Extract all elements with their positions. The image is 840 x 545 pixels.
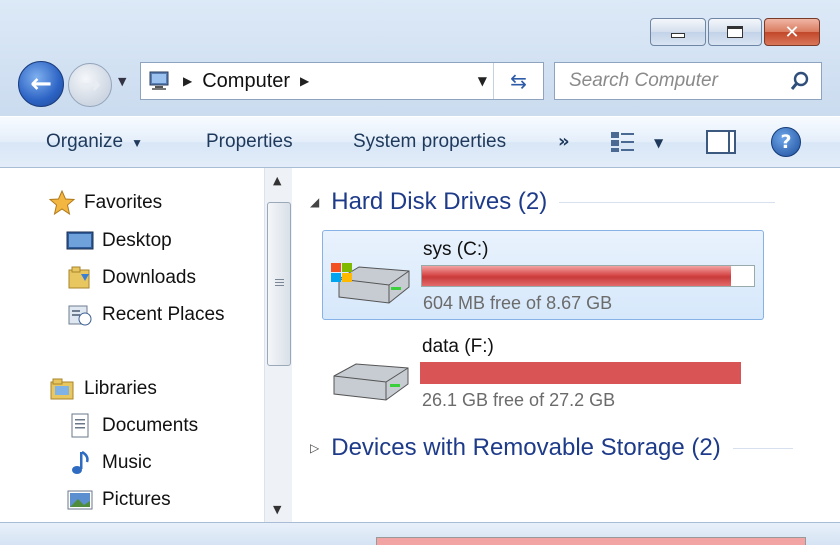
group-title: Devices with Removable Storage (2): [331, 434, 721, 461]
computer-icon: [149, 71, 169, 90]
system-properties-button[interactable]: System properties: [353, 131, 506, 153]
close-icon: ✕: [784, 21, 800, 43]
forward-arrow-icon: →: [79, 70, 101, 100]
forward-button[interactable]: →: [68, 63, 112, 107]
drive-name: sys (C:): [423, 239, 489, 260]
caption-buttons: ✕: [650, 18, 822, 46]
navigation-scrollbar[interactable]: ▲ ▼: [264, 168, 292, 522]
system-drive-icon: [331, 263, 410, 304]
organize-label: Organize: [46, 131, 124, 152]
chevron-down-icon: ▼: [131, 136, 143, 150]
downloads-folder-icon: [66, 265, 94, 291]
grip-icon: [275, 279, 284, 288]
back-button[interactable]: ←: [18, 61, 64, 107]
sidebar-item-documents[interactable]: Documents: [66, 413, 198, 439]
close-button[interactable]: ✕: [764, 18, 820, 46]
drive-usage-fill: [420, 362, 741, 384]
sidebar-item-label: Downloads: [102, 267, 196, 288]
search-box[interactable]: Search Computer: [554, 62, 822, 100]
desktop-icon: [66, 228, 94, 254]
sidebar-item-label: Pictures: [102, 489, 171, 510]
details-usage-bar: [376, 537, 806, 545]
refresh-button[interactable]: ⇆: [493, 63, 543, 99]
breadcrumb-computer[interactable]: Computer: [202, 70, 290, 93]
sidebar-item-desktop[interactable]: Desktop: [66, 228, 172, 254]
search-icon[interactable]: [789, 70, 811, 92]
drive-free-space: 604 MB free of 8.67 GB: [423, 293, 613, 313]
drive-item-f[interactable]: data (F:) 26.1 GB free of 27.2 GB: [322, 328, 764, 418]
scrollbar-thumb[interactable]: [267, 202, 291, 366]
expand-triangle-icon[interactable]: ▷: [310, 441, 319, 455]
command-bar: Organize ▼ Properties System properties »…: [0, 116, 840, 168]
maximize-button[interactable]: [708, 18, 762, 46]
organize-button[interactable]: Organize ▼: [46, 131, 143, 153]
address-history-dropdown[interactable]: ▼: [478, 74, 487, 88]
preview-pane-icon[interactable]: [706, 130, 736, 154]
properties-button[interactable]: Properties: [206, 131, 293, 153]
hard-drive-icon: [333, 363, 409, 401]
group-divider: [732, 447, 793, 449]
sidebar-item-label: Recent Places: [102, 304, 225, 325]
drive-usage-bar: [421, 265, 755, 287]
drive-usage-bar: [420, 362, 754, 384]
drive-free-space: 26.1 GB free of 27.2 GB: [422, 390, 616, 410]
documents-icon: [66, 413, 94, 439]
navigation-pane: Favorites Desktop Downloads Recent Place…: [0, 168, 264, 522]
back-arrow-icon: ←: [30, 69, 52, 99]
sidebar-item-label: Libraries: [84, 378, 157, 399]
sidebar-item-label: Desktop: [102, 230, 172, 251]
address-bar[interactable]: ▶ Computer ▶ ▼ ⇆: [140, 62, 544, 100]
content-pane: ◢ Hard Disk Drives (2) sys (C:) 604 MB f…: [292, 168, 840, 522]
sidebar-item-music[interactable]: Music: [66, 450, 152, 476]
music-note-icon: [66, 450, 94, 476]
help-icon[interactable]: ?: [771, 127, 801, 157]
sidebar-item-label: Favorites: [84, 192, 163, 213]
scroll-down-icon[interactable]: ▼: [273, 503, 281, 516]
sidebar-item-label: Music: [102, 452, 152, 473]
details-pane: [0, 522, 840, 545]
sidebar-item-recent-places[interactable]: Recent Places: [66, 302, 225, 328]
sidebar-item-label: Documents: [102, 415, 199, 436]
breadcrumb-separator[interactable]: ▶: [300, 74, 309, 88]
pictures-icon: [66, 487, 94, 513]
removable-group-header[interactable]: ▷ Devices with Removable Storage (2): [310, 434, 793, 462]
change-view-icon[interactable]: [610, 131, 636, 153]
recent-places-icon: [66, 302, 94, 328]
drive-name: data (F:): [422, 336, 494, 357]
more-commands-button[interactable]: »: [558, 131, 570, 152]
scroll-up-icon[interactable]: ▲: [273, 174, 281, 187]
maximize-icon: [727, 26, 743, 38]
sidebar-item-libraries[interactable]: Libraries: [48, 376, 157, 402]
star-icon: [48, 190, 76, 216]
group-title: Hard Disk Drives (2): [331, 188, 548, 215]
collapse-triangle-icon[interactable]: ◢: [310, 195, 319, 209]
minimize-button[interactable]: [650, 18, 706, 46]
refresh-icon: ⇆: [510, 69, 527, 93]
drive-usage-fill: [422, 266, 731, 286]
breadcrumb-separator[interactable]: ▶: [183, 74, 192, 88]
hdd-group-header[interactable]: ◢ Hard Disk Drives (2): [310, 188, 776, 216]
view-options-dropdown[interactable]: ▼: [654, 136, 663, 150]
sidebar-item-pictures[interactable]: Pictures: [66, 487, 171, 513]
drive-item-c[interactable]: sys (C:) 604 MB free of 8.67 GB: [322, 230, 764, 320]
libraries-folder-icon: [48, 376, 76, 402]
group-divider: [559, 201, 776, 203]
minimize-icon: [671, 32, 685, 38]
recent-pages-dropdown[interactable]: ▼: [118, 75, 126, 88]
search-input[interactable]: Search Computer: [569, 70, 718, 92]
sidebar-item-favorites[interactable]: Favorites: [48, 190, 162, 216]
sidebar-item-downloads[interactable]: Downloads: [66, 265, 196, 291]
